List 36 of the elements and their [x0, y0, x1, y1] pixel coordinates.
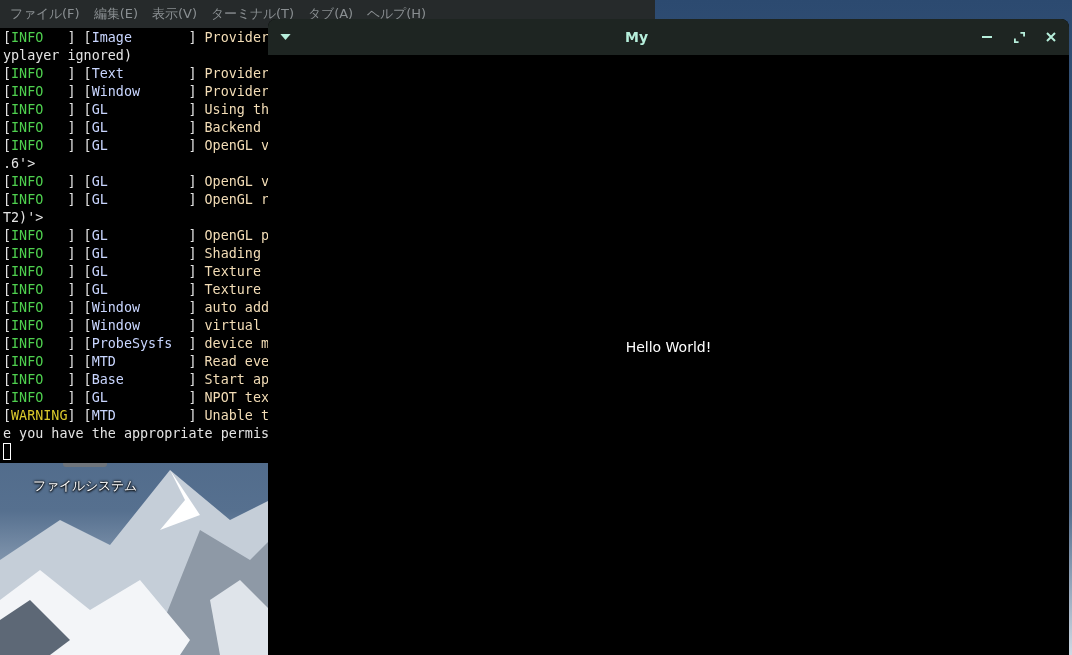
- terminal-line: yplayer ignored): [3, 47, 132, 65]
- terminal-line: .6'>: [3, 155, 36, 173]
- terminal-line: [INFO ] [Window ] auto add: [3, 299, 270, 317]
- terminal-line: [INFO ] [GL ] OpenGL v: [3, 137, 270, 155]
- terminal-line: [INFO ] [MTD ] Read eve: [3, 353, 270, 371]
- terminal-line: [INFO ] [GL ] OpenGL v: [3, 173, 270, 191]
- menu-item[interactable]: 表示(V): [152, 5, 198, 23]
- terminal-line: e you have the appropriate permis: [3, 425, 270, 443]
- menu-item[interactable]: ファイル(F): [10, 5, 80, 23]
- hello-text: Hello World!: [625, 339, 712, 355]
- terminal-line: [INFO ] [Text ] Provider: [3, 65, 270, 83]
- dropdown-icon[interactable]: [280, 34, 291, 40]
- terminal-line: [INFO ] [Image ] Provider: [3, 29, 270, 47]
- terminal-line: T2)'>: [3, 209, 44, 227]
- text-cursor: [3, 443, 11, 460]
- menu-item[interactable]: タブ(A): [308, 5, 354, 23]
- menu-item[interactable]: ターミナル(T): [211, 5, 295, 23]
- close-icon[interactable]: [1046, 32, 1056, 42]
- terminal-line: [INFO ] [GL ] Texture: [3, 281, 261, 299]
- terminal-line: [INFO ] [GL ] NPOT tex: [3, 389, 270, 407]
- terminal-line: [INFO ] [GL ] Backend: [3, 119, 261, 137]
- terminal-line: [INFO ] [GL ] Texture: [3, 263, 261, 281]
- terminal-line: [INFO ] [GL ] Shading: [3, 245, 261, 263]
- menu-item[interactable]: ヘルプ(H): [367, 5, 427, 23]
- maximize-icon[interactable]: [1014, 31, 1025, 43]
- terminal-line: [INFO ] [GL ] Using th: [3, 101, 270, 119]
- terminal-line: [INFO ] [Window ] Provider: [3, 83, 270, 101]
- terminal-line: [INFO ] [GL ] OpenGL p: [3, 227, 270, 245]
- desktop-icon-label[interactable]: ファイルシステム: [33, 477, 137, 495]
- terminal-line: [INFO ] [Base ] Start ap: [3, 371, 270, 389]
- menu-item[interactable]: 編集(E): [93, 5, 138, 23]
- terminal-line: [INFO ] [ProbeSysfs ] device m: [3, 335, 270, 353]
- terminal-line: [INFO ] [GL ] OpenGL r: [3, 191, 270, 209]
- terminal-line: [INFO ] [Window ] virtual: [3, 317, 261, 335]
- terminal-line: [WARNING] [MTD ] Unable t: [3, 407, 270, 425]
- window-title: My: [623, 29, 650, 45]
